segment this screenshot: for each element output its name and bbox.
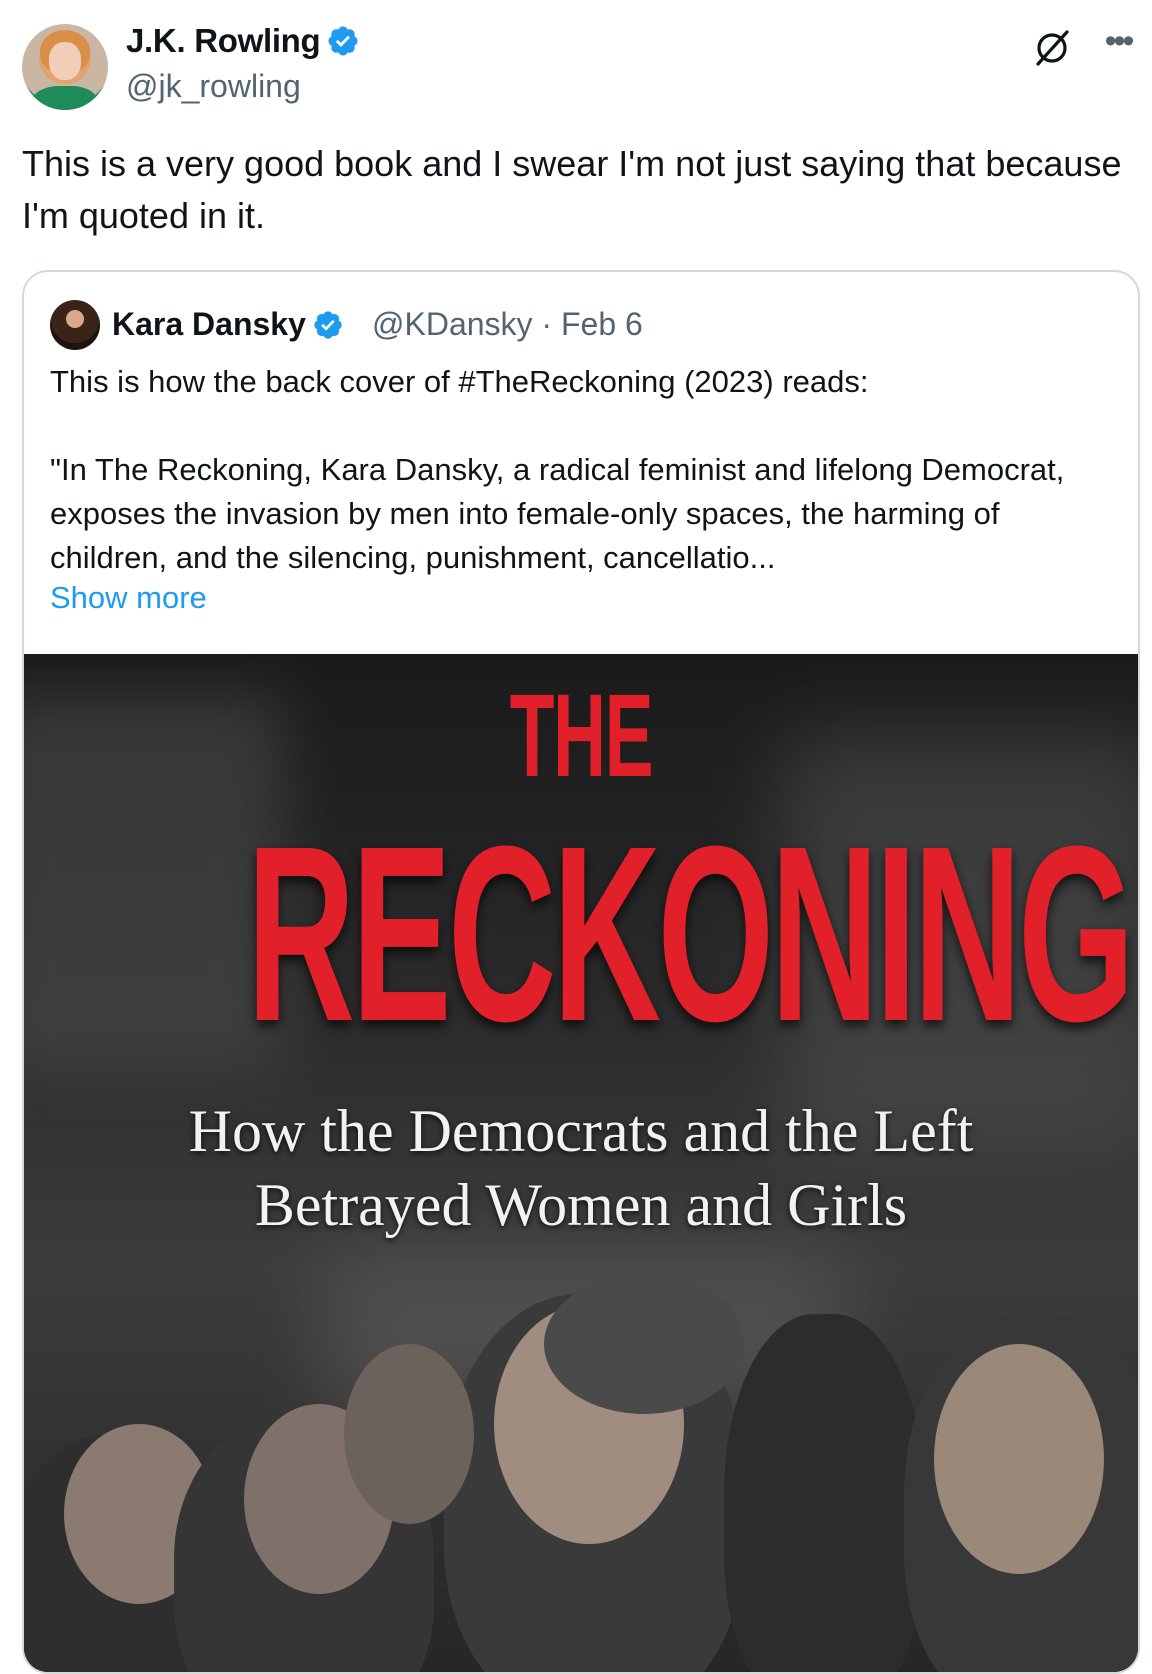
more-options-icon[interactable]: ••• — [1098, 24, 1138, 66]
quoted-author-avatar[interactable] — [50, 300, 100, 350]
verified-badge-icon — [314, 310, 342, 339]
quoted-tweet-meta: @KDansky · Feb 6 — [372, 306, 643, 343]
tweet: J.K. Rowling @jk_rowling ••• This is a v… — [0, 0, 1152, 1674]
cover-title-small: THE — [509, 670, 654, 802]
quoted-author-name-row[interactable]: Kara Dansky — [112, 306, 344, 343]
tweet-text: This is a very good book and I swear I'm… — [22, 143, 1122, 236]
cover-subtitle-line1: How the Democrats and the Left — [188, 1098, 974, 1164]
quoted-tweet-card[interactable]: Kara Dansky @KDansky · Feb 6 This is how… — [22, 270, 1140, 1674]
quoted-tweet-text: This is how the back cover of #TheReckon… — [50, 364, 1065, 575]
author-name[interactable]: J.K. Rowling — [126, 22, 321, 60]
meta-separator: · — [541, 306, 553, 342]
quoted-tweet-date[interactable]: Feb 6 — [561, 306, 643, 342]
cover-subtitle-line2: Betrayed Women and Girls — [254, 1172, 908, 1238]
cover-subtitle: How the Democrats and the Left Betrayed … — [24, 1094, 1138, 1242]
quoted-author-handle[interactable]: @KDansky — [372, 306, 533, 342]
cover-title-large: RECKONING — [246, 794, 1135, 1073]
verified-badge-icon — [328, 26, 358, 56]
author-handle[interactable]: @jk_rowling — [126, 68, 301, 105]
grok-icon[interactable] — [1032, 28, 1072, 68]
author-name-row[interactable]: J.K. Rowling — [126, 22, 360, 60]
quoted-author-name[interactable]: Kara Dansky — [112, 306, 306, 343]
book-cover-image[interactable]: THE RECKONING How the Democrats and the … — [24, 654, 1138, 1672]
author-avatar[interactable] — [22, 24, 108, 110]
show-more-link[interactable]: Show more — [50, 580, 207, 616]
